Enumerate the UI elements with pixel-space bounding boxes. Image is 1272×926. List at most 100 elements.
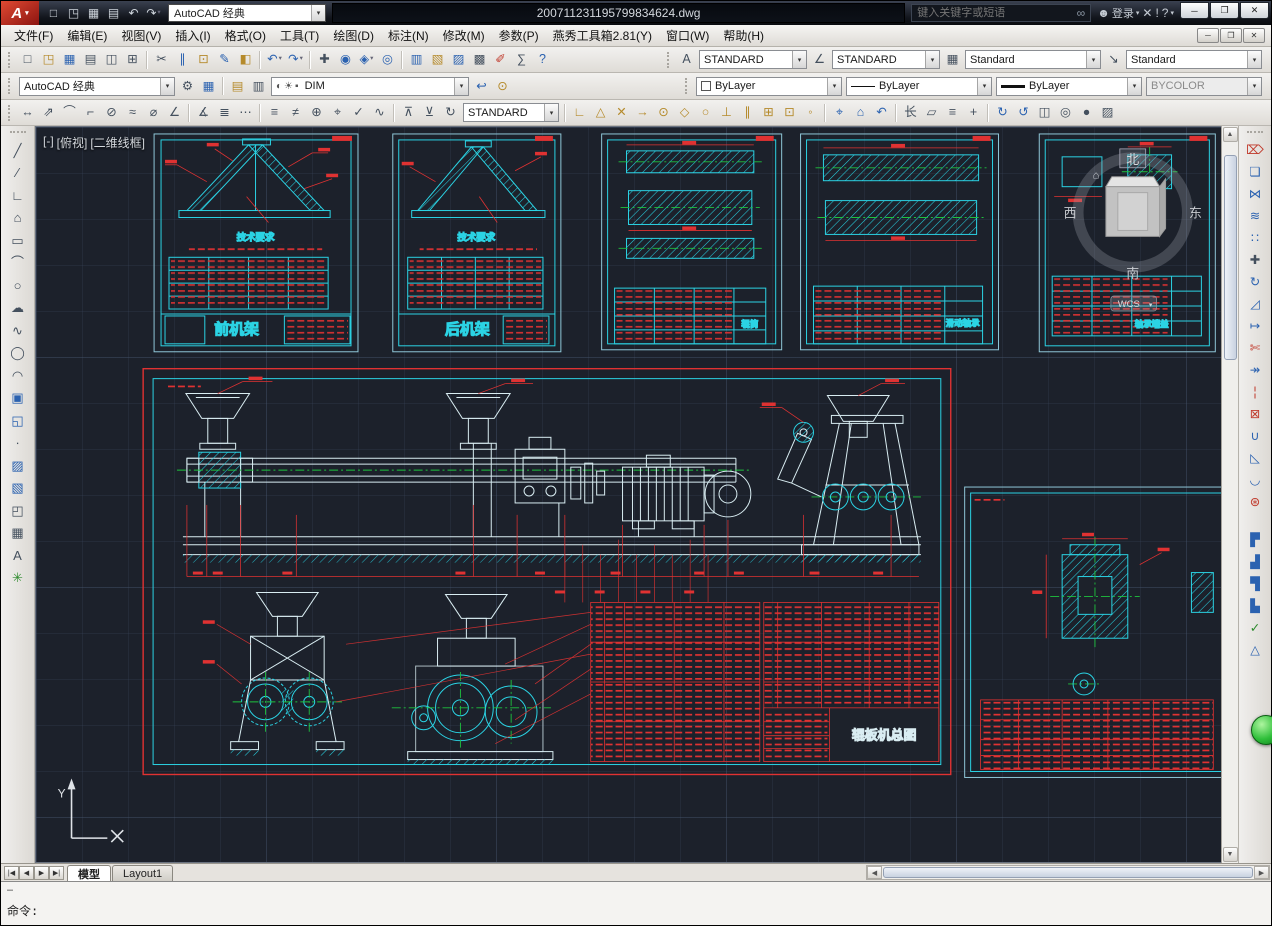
named-views-button[interactable]: ◫	[1034, 103, 1055, 123]
render-button[interactable]: ●	[1076, 103, 1097, 123]
quickcalc-button[interactable]: ∑	[511, 50, 532, 70]
circle-button[interactable]: ○	[6, 274, 30, 297]
open-button[interactable]: ◳	[64, 4, 83, 23]
menu-item-2[interactable]: 视图(V)	[114, 25, 168, 46]
arc-button[interactable]: ⌒	[6, 252, 30, 275]
properties-button[interactable]: ▥	[406, 50, 427, 70]
snap-tangent-button[interactable]: ○	[695, 103, 716, 123]
scroll-down-button[interactable]: ▼	[1223, 847, 1238, 862]
dim-aligned-button[interactable]: ⇗	[38, 103, 59, 123]
snap-intersection-button[interactable]: ✕	[611, 103, 632, 123]
horizontal-scrollbar[interactable]: ◀ ▶	[866, 865, 1270, 880]
maximize-button[interactable]: ❐	[1210, 2, 1239, 19]
toolbar-grip[interactable]	[10, 131, 26, 135]
toolbar-grip[interactable]	[8, 52, 13, 68]
extend-button[interactable]: ↠	[1243, 359, 1267, 381]
measure-length-button[interactable]: 长	[900, 103, 921, 123]
layer-previous-button[interactable]: ↩	[471, 76, 492, 96]
toolbar-grip[interactable]	[667, 52, 672, 68]
array-button[interactable]: ∷	[1243, 227, 1267, 249]
ellipse-button[interactable]: ◯	[6, 342, 30, 365]
dim-continue-button[interactable]: ⋯	[235, 103, 256, 123]
help-button[interactable]: ?	[532, 50, 553, 70]
mleader-style-button[interactable]: ↘	[1103, 50, 1124, 70]
alert-button[interactable]: !	[1155, 6, 1158, 20]
search-input[interactable]	[915, 6, 1074, 20]
snap-extension-button[interactable]: →	[632, 103, 653, 123]
combo-arrow-icon[interactable]: ▾	[160, 78, 174, 95]
qnew-button[interactable]: □	[44, 4, 63, 23]
dim-edit-button[interactable]: ⊼	[398, 103, 419, 123]
text-style-combo[interactable]: STANDARD ▾	[699, 50, 807, 69]
rectangle-button[interactable]: ▭	[6, 229, 30, 252]
menu-item-10[interactable]: 燕秀工具箱2.81(Y)	[546, 25, 659, 46]
doc-minimize-button[interactable]: ─	[1197, 28, 1219, 43]
block-editor-button[interactable]: ◧	[235, 50, 256, 70]
center-mark-button[interactable]: ⌖	[327, 103, 348, 123]
first-tab-button[interactable]: |◀	[4, 866, 19, 880]
doc-close-button[interactable]: ✕	[1243, 28, 1265, 43]
trim-button[interactable]: ✄	[1243, 337, 1267, 359]
combo-arrow-icon[interactable]: ▾	[311, 5, 325, 21]
combo-arrow-icon[interactable]: ▾	[925, 51, 939, 68]
hatch-button[interactable]: ▨	[6, 454, 30, 477]
insert-block-button[interactable]: ▣	[6, 387, 30, 410]
dim-space-button[interactable]: ≡	[264, 103, 285, 123]
toolbar-grip[interactable]	[1247, 131, 1263, 135]
dim-jog-line-button[interactable]: ∿	[369, 103, 390, 123]
zoom-realtime-button[interactable]: ◉	[335, 50, 356, 70]
make-object-layer-current-button[interactable]: ⊙	[492, 76, 513, 96]
revcloud-button[interactable]: ☁	[6, 297, 30, 320]
scroll-up-button[interactable]: ▲	[1223, 127, 1238, 142]
copy-clip-button[interactable]: ∥	[172, 50, 193, 70]
make-block-button[interactable]: ◱	[6, 409, 30, 432]
green-plant-button[interactable]: ✳	[6, 567, 30, 590]
combo-arrow-icon[interactable]: ▾	[792, 51, 806, 68]
snap-perpendicular-button[interactable]: ⊥	[716, 103, 737, 123]
menu-item-11[interactable]: 窗口(W)	[659, 25, 716, 46]
gradient-button[interactable]: ▧	[6, 477, 30, 500]
save-button[interactable]: ▦	[84, 4, 103, 23]
workspace-combo[interactable]: AutoCAD 经典 ▾	[168, 4, 326, 22]
close-button[interactable]: ✕	[1240, 2, 1269, 19]
combo-arrow-icon[interactable]: ▾	[544, 104, 558, 121]
layer-combo[interactable]: ◐☀▪ DIM ▾	[271, 77, 469, 96]
menu-item-3[interactable]: 插入(I)	[168, 25, 217, 46]
save-button[interactable]: ▦	[59, 50, 80, 70]
table-button[interactable]: ▦	[6, 522, 30, 545]
polyline-button[interactable]: ∟	[6, 184, 30, 207]
ucs-previous-button[interactable]: ↶	[871, 103, 892, 123]
drawing-area[interactable]: [-] [俯视] [二维线框]	[35, 126, 1221, 863]
orbit-button[interactable]: ◎	[1055, 103, 1076, 123]
toolbar-grip[interactable]	[8, 78, 13, 94]
explode-button[interactable]: ⊛	[1243, 491, 1267, 513]
mirror-button[interactable]: ⋈	[1243, 183, 1267, 205]
dim-inspect-button[interactable]: ✓	[348, 103, 369, 123]
snap-insert-button[interactable]: ⊞	[758, 103, 779, 123]
snap-midpoint-button[interactable]: △	[590, 103, 611, 123]
snap-node-button[interactable]: ⊡	[779, 103, 800, 123]
bring-to-front-button[interactable]: ▛	[1243, 529, 1267, 551]
sheet-set-manager-button[interactable]: ▩	[469, 50, 490, 70]
lineweight-combo[interactable]: ByLayer ▾	[996, 77, 1142, 96]
table-style-button[interactable]: ▦	[942, 50, 963, 70]
dim-arc-length-button[interactable]: ⌒	[59, 103, 80, 123]
combo-arrow-icon[interactable]: ▾	[1127, 78, 1141, 95]
vertical-scroll-thumb[interactable]	[1224, 155, 1237, 360]
command-prompt[interactable]: 命令:	[7, 902, 1265, 924]
dim-linear-button[interactable]: ↔	[17, 103, 38, 123]
next-tab-button[interactable]: ▶	[34, 866, 49, 880]
linetype-combo[interactable]: ByLayer ▾	[846, 77, 992, 96]
cut-button[interactable]: ✂	[151, 50, 172, 70]
dim-baseline-button[interactable]: ≣	[214, 103, 235, 123]
pan-button[interactable]: ✚	[314, 50, 335, 70]
tab-model[interactable]: 模型	[67, 865, 111, 881]
redo-button[interactable]: ↷▾	[285, 50, 306, 70]
scroll-left-button[interactable]: ◀	[867, 866, 882, 879]
dim-diameter-button[interactable]: ⌀	[143, 103, 164, 123]
line-button[interactable]: ╱	[6, 139, 30, 162]
region-button[interactable]: ◰	[6, 499, 30, 522]
scale-button[interactable]: ◿	[1243, 293, 1267, 315]
combo-arrow-icon[interactable]: ▾	[827, 78, 841, 95]
scroll-right-button[interactable]: ▶	[1254, 866, 1269, 879]
